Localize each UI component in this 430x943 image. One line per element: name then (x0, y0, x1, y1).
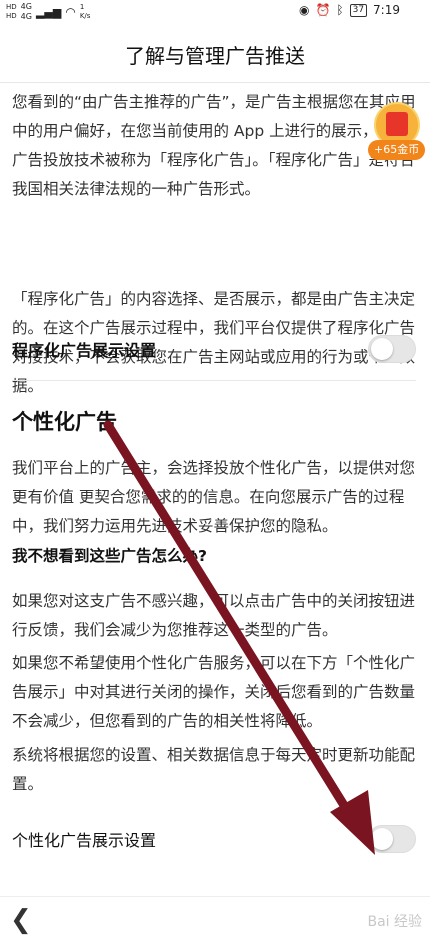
personalized-ad-setting-label: 个性化广告展示设置 (12, 831, 157, 850)
net2-label: 4G (20, 12, 32, 21)
red-envelope-icon (386, 112, 408, 136)
toggle-knob (371, 338, 393, 360)
section-divider (12, 380, 416, 381)
coin-reward-widget[interactable]: +65金币 (366, 102, 430, 162)
chevron-left-icon[interactable]: ❮ (10, 905, 32, 935)
battery-icon: 37 (349, 3, 368, 17)
alarm-icon: ⏰ (315, 3, 331, 17)
personalized-paragraph-2: 如果您对这支广告不感兴趣，可以点击广告中的关闭按钮进行反馈，我们会减少为您推荐这… (12, 592, 416, 639)
clock-time: 7:19 (373, 3, 400, 17)
programmatic-ad-setting-label: 程序化广告展示设置 (12, 341, 157, 360)
sim1-label: HD (6, 3, 17, 11)
speed-unit: K/s (79, 12, 91, 20)
status-right: ◉ ⏰ ᛒ 37 7:19 (299, 3, 400, 17)
status-left: HD HD 4G 4G ▂▄▆ ◠ 1 K/s (6, 2, 90, 22)
bottom-bar: ❮ Bai 经验 (0, 896, 430, 943)
personalized-paragraph-1: 我们平台上的广告主，会选择投放个性化广告，以提供对您更有价值 更契合您需求的的信… (12, 459, 416, 535)
speed-indicator: 1 K/s (80, 3, 91, 21)
speed-value: 1 (79, 3, 85, 11)
sim2-label: HD (6, 12, 17, 20)
signal-icon: ▂▄▆ (35, 5, 62, 19)
toggle-knob (371, 828, 393, 850)
personalized-ad-title: 个性化广告 (12, 410, 117, 434)
intro-paragraph-1: 您看到的“由广告主推荐的广告”，是广告主根据您在其应用中的用户偏好，在您当前使用… (12, 93, 416, 198)
personalized-paragraph-3: 如果您不希望使用个性化广告服务，可以在下方「个性化广告展示」中对其进行关闭的操作… (12, 654, 416, 730)
wifi-icon: ◠ (65, 5, 76, 19)
personalized-ad-toggle[interactable] (368, 825, 416, 853)
bluetooth-icon: ᛒ (336, 3, 344, 17)
status-bar: HD HD 4G 4G ▂▄▆ ◠ 1 K/s ◉ ⏰ ᛒ 37 7:19 (0, 0, 430, 26)
personalized-ad-setting-row[interactable]: 个性化广告展示设置 (12, 810, 416, 868)
faq-question: 我不想看到这些广告怎么办? (12, 547, 207, 565)
network-indicators: 4G 4G (21, 2, 32, 22)
programmatic-ad-toggle[interactable] (368, 335, 416, 363)
watermark-logo: Bai 经验 (367, 914, 422, 930)
sim-indicators: HD HD (6, 3, 17, 21)
eye-icon: ◉ (298, 3, 310, 17)
page-title: 了解与管理广告推送 (125, 43, 305, 68)
personalized-paragraph-4: 系统将根据您的设置、相关数据信息于每天定时更新功能配置。 (12, 746, 416, 793)
net1-label: 4G (20, 2, 32, 11)
coin-reward-badge: +65金币 (368, 140, 426, 160)
page-header: 了解与管理广告推送 (0, 26, 430, 83)
programmatic-ad-setting-row[interactable]: 程序化广告展示设置 (12, 320, 416, 378)
